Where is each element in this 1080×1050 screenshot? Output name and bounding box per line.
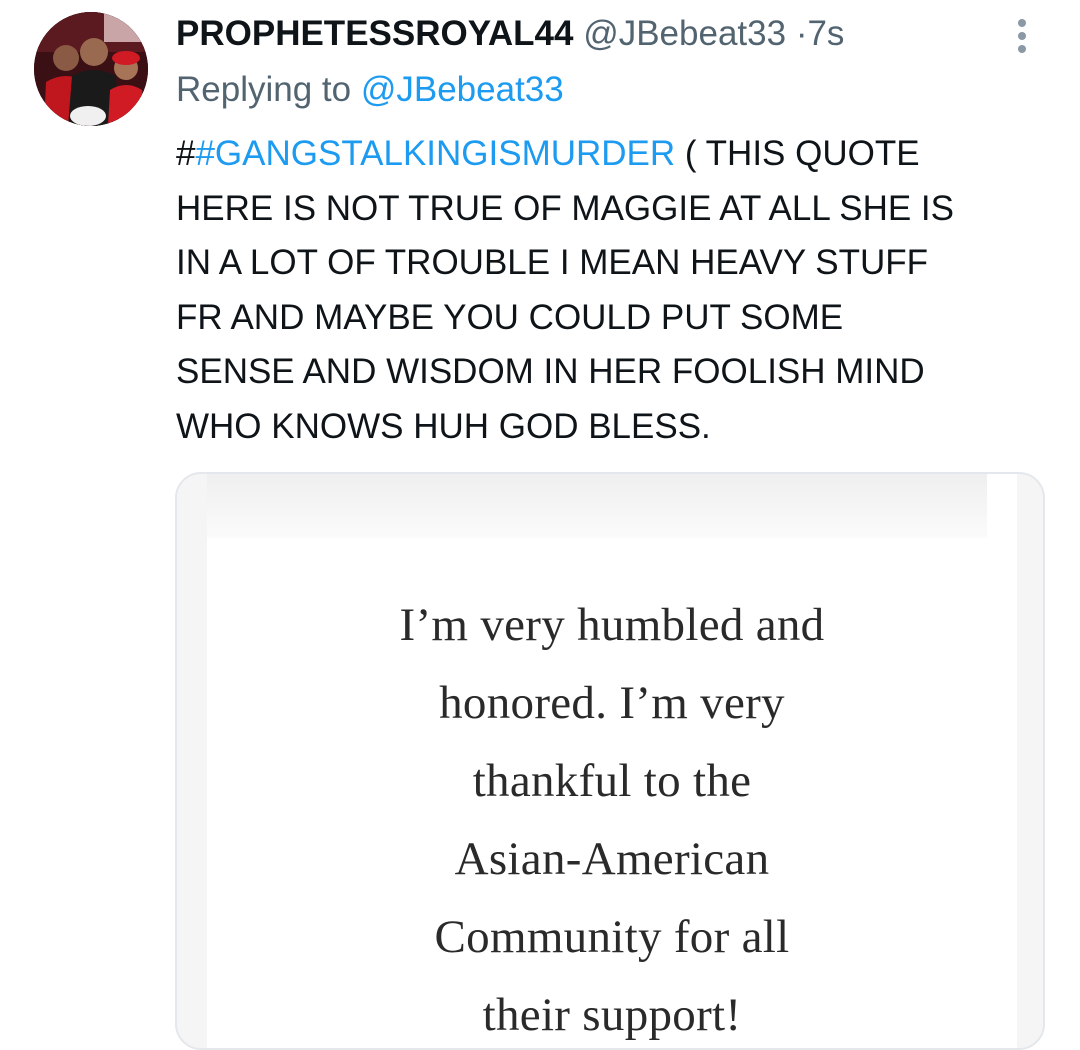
avatar[interactable]: [34, 12, 148, 126]
vertical-ellipsis-icon: [1018, 19, 1026, 53]
hashtag-prefix: #: [176, 134, 196, 173]
replying-to: Replying to @JBebeat33: [176, 66, 564, 114]
tweet-text: ##GANGSTALKINGISMURDER ( THIS QUOTE HERE…: [176, 127, 1056, 454]
image-quote-text: I’m very humbled and honored. I’m very t…: [399, 599, 825, 1041]
image-top-band: [207, 474, 987, 538]
tweet-body: ( THIS QUOTE HERE IS NOT TRUE OF MAGGIE …: [176, 134, 954, 446]
replying-to-label: Replying to: [176, 70, 352, 109]
tweet[interactable]: PROPHETESSROYAL44 @JBebeat33 ·7s Replyin…: [0, 0, 1080, 1050]
user-handle[interactable]: @JBebeat33: [583, 14, 786, 53]
separator-dot: ·: [795, 14, 808, 53]
display-name[interactable]: PROPHETESSROYAL44: [176, 14, 573, 53]
avatar-image: [34, 12, 148, 126]
tweet-header: PROPHETESSROYAL44 @JBebeat33 ·7s: [176, 10, 844, 58]
replying-to-handle-link[interactable]: @JBebeat33: [361, 70, 564, 109]
hashtag-link[interactable]: #GANGSTALKINGISMURDER: [195, 134, 675, 173]
more-options-button[interactable]: [1000, 14, 1044, 58]
attached-image[interactable]: I’m very humbled and honored. I’m very t…: [175, 472, 1045, 1050]
timestamp[interactable]: 7s: [807, 14, 844, 53]
